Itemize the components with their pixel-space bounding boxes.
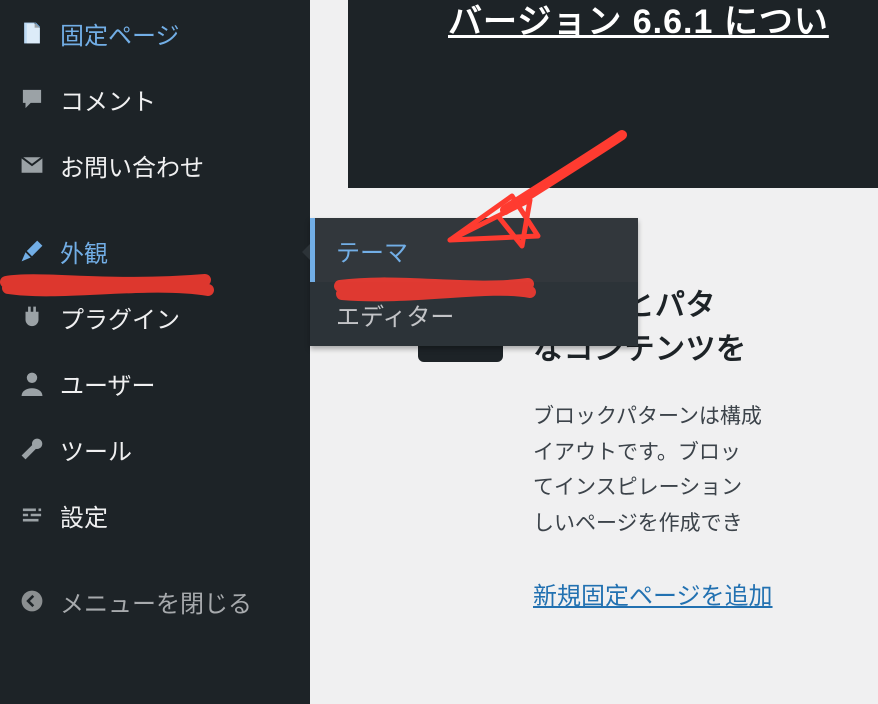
- wrench-icon: [14, 436, 50, 462]
- sidebar-item-contact[interactable]: お問い合わせ: [0, 132, 310, 198]
- sidebar-label: 設定: [60, 498, 108, 533]
- sidebar-item-pages[interactable]: 固定ページ: [0, 0, 310, 66]
- sidebar-item-appearance[interactable]: 外観: [0, 218, 310, 284]
- sidebar-label: 固定ページ: [60, 16, 180, 51]
- add-new-page-link[interactable]: 新規固定ページを追加: [533, 576, 773, 611]
- sidebar-label: 外観: [60, 234, 108, 269]
- submenu-label: テーマ: [336, 233, 408, 268]
- sidebar-label: お問い合わせ: [60, 148, 204, 183]
- welcome-hero: バージョン 6.6.1 につい: [348, 0, 878, 188]
- sidebar-label: プラグイン: [60, 300, 180, 335]
- submenu-item-themes[interactable]: テーマ: [310, 218, 638, 282]
- appearance-submenu: テーマ エディター: [310, 218, 638, 346]
- comment-icon: [14, 86, 50, 112]
- collapse-icon: [14, 588, 50, 614]
- sidebar-item-plugins[interactable]: プラグイン: [0, 284, 310, 350]
- feature-paragraph: ブロックパターンは構成 イアウトです。ブロッ てインスピレーション しいページを…: [533, 399, 878, 542]
- sidebar-item-tools[interactable]: ツール: [0, 416, 310, 482]
- admin-sidebar: 固定ページ コメント お問い合わせ 外観 プラグイン: [0, 0, 310, 704]
- main-content: バージョン 6.6.1 につい ロックとパタ なコンテンツを ブロックパターンは…: [310, 0, 878, 704]
- sidebar-label: コメント: [60, 82, 156, 117]
- hero-title: バージョン 6.6.1 につい: [448, 0, 829, 43]
- brush-icon: [14, 238, 50, 264]
- sidebar-label: ツール: [60, 432, 132, 467]
- sidebar-label: メニューを閉じる: [60, 584, 252, 619]
- sidebar-label: ユーザー: [60, 366, 156, 401]
- sidebar-item-users[interactable]: ユーザー: [0, 350, 310, 416]
- sidebar-item-settings[interactable]: 設定: [0, 482, 310, 548]
- submenu-label: エディター: [336, 297, 454, 332]
- submenu-item-editor[interactable]: エディター: [310, 282, 638, 346]
- sidebar-item-comments[interactable]: コメント: [0, 66, 310, 132]
- mail-icon: [14, 152, 50, 178]
- plug-icon: [14, 304, 50, 330]
- user-icon: [14, 370, 50, 396]
- sliders-icon: [14, 502, 50, 528]
- pages-icon: [14, 20, 50, 46]
- sidebar-collapse[interactable]: メニューを閉じる: [0, 568, 310, 634]
